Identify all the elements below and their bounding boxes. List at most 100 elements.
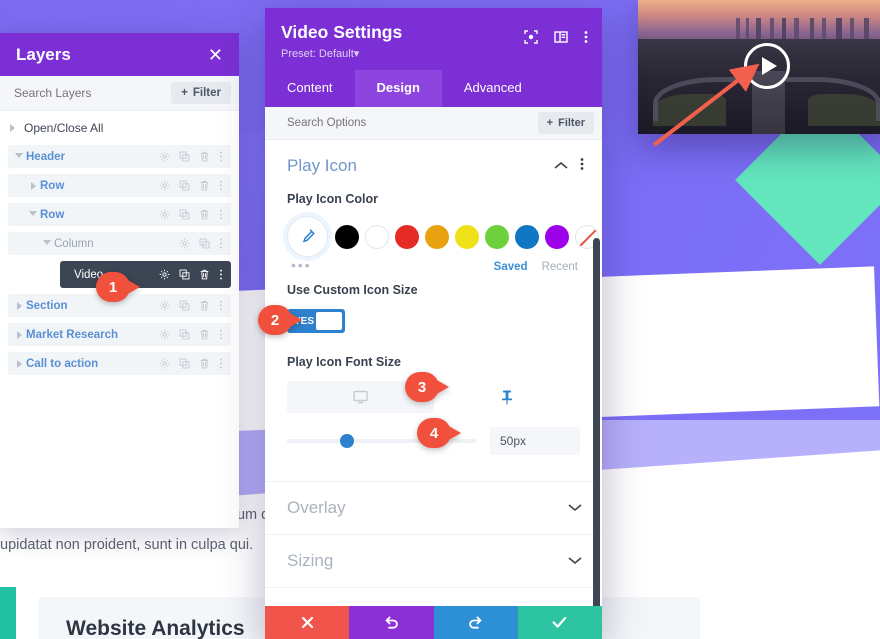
- section-sizing[interactable]: Sizing: [265, 534, 602, 587]
- more-options-icon[interactable]: [219, 209, 223, 220]
- trash-icon[interactable]: [199, 358, 210, 369]
- layer-row[interactable]: Row: [8, 203, 231, 226]
- settings-footer: [265, 606, 602, 639]
- trash-icon[interactable]: [199, 329, 210, 340]
- section-overlay[interactable]: Overlay: [265, 481, 602, 534]
- trash-icon[interactable]: [199, 300, 210, 311]
- layout-view-icon[interactable]: [554, 30, 568, 49]
- slider-fill: [287, 439, 344, 443]
- more-options-icon[interactable]: [219, 151, 223, 162]
- slider-handle[interactable]: [339, 434, 354, 448]
- trash-icon[interactable]: [199, 269, 210, 280]
- color-swatch-purple[interactable]: [545, 224, 569, 249]
- cancel-button[interactable]: [265, 606, 350, 639]
- gear-icon[interactable]: [159, 358, 170, 369]
- color-swatch-yellow[interactable]: [455, 224, 479, 249]
- chevron-right-icon[interactable]: [12, 359, 26, 368]
- layers-filter-button[interactable]: + Filter: [171, 82, 231, 104]
- section-spacing[interactable]: Spacing: [265, 587, 602, 606]
- gear-icon[interactable]: [159, 180, 170, 191]
- settings-header: Video Settings Preset: Default▾: [265, 8, 602, 70]
- settings-scrollbar-thumb[interactable]: [593, 238, 600, 606]
- duplicate-icon[interactable]: [199, 238, 210, 249]
- video-settings-modal: Video Settings Preset: Default▾ Content …: [265, 8, 602, 639]
- more-options-icon[interactable]: [219, 329, 223, 340]
- color-swatch-blue[interactable]: [515, 224, 539, 249]
- open-close-all-toggle[interactable]: Open/Close All: [0, 111, 239, 145]
- chevron-down-icon[interactable]: [568, 552, 582, 570]
- close-icon[interactable]: ✕: [208, 46, 223, 64]
- settings-header-icons: [524, 30, 588, 49]
- duplicate-icon[interactable]: [179, 329, 190, 340]
- more-options-icon[interactable]: [580, 157, 584, 176]
- layer-row[interactable]: Market Research: [8, 323, 231, 346]
- chevron-down-icon[interactable]: [40, 238, 54, 249]
- chevron-down-icon[interactable]: [568, 605, 582, 606]
- gear-icon[interactable]: [179, 238, 190, 249]
- layer-row[interactable]: Call to action: [8, 352, 231, 375]
- search-options-input[interactable]: [287, 117, 437, 129]
- more-options-icon[interactable]: [584, 30, 588, 49]
- duplicate-icon[interactable]: [179, 209, 190, 220]
- teal-accent-bar: [0, 587, 16, 639]
- duplicate-icon[interactable]: [179, 269, 190, 280]
- play-icon-section-header[interactable]: Play Icon: [265, 140, 602, 182]
- screenshot-root: ft usmo rcita prehenderit in voluptate v…: [0, 0, 880, 639]
- eyedropper-icon[interactable]: [287, 216, 328, 257]
- recent-colors-tab[interactable]: Recent: [542, 261, 578, 273]
- expand-view-icon[interactable]: [524, 30, 538, 49]
- more-options-icon[interactable]: [219, 269, 223, 280]
- undo-button[interactable]: [349, 606, 434, 639]
- play-icon-color-label: Play Icon Color: [287, 192, 378, 206]
- layer-row-actions: [159, 358, 231, 369]
- more-options-icon[interactable]: [219, 300, 223, 311]
- more-options-icon[interactable]: [219, 358, 223, 369]
- chevron-down-icon[interactable]: [12, 151, 26, 162]
- chevron-right-icon[interactable]: [26, 181, 40, 190]
- trash-icon[interactable]: [199, 180, 210, 191]
- color-swatch-black[interactable]: [335, 224, 359, 249]
- settings-body: Play Icon Play Icon Color ••• Saved Rece…: [265, 140, 602, 606]
- color-swatch-white[interactable]: [365, 224, 389, 249]
- tab-design[interactable]: Design: [354, 70, 442, 107]
- plus-icon: +: [546, 117, 554, 129]
- gear-icon[interactable]: [159, 300, 170, 311]
- chevron-right-icon[interactable]: [12, 301, 26, 310]
- duplicate-icon[interactable]: [179, 151, 190, 162]
- video-module[interactable]: [638, 0, 880, 134]
- gear-icon[interactable]: [159, 209, 170, 220]
- color-swatch-red[interactable]: [395, 224, 419, 249]
- layer-row[interactable]: Row: [8, 174, 231, 197]
- search-layers-input[interactable]: [14, 86, 134, 100]
- color-swatch-orange[interactable]: [425, 224, 449, 249]
- layer-row[interactable]: Header: [8, 145, 231, 168]
- gear-icon[interactable]: [159, 269, 170, 280]
- color-swatch-green[interactable]: [485, 224, 509, 249]
- chevron-down-icon[interactable]: [568, 499, 582, 517]
- chevron-right-icon[interactable]: [12, 330, 26, 339]
- chevron-up-icon[interactable]: [554, 157, 568, 175]
- trash-icon[interactable]: [199, 209, 210, 220]
- layer-row-selected[interactable]: Video: [60, 261, 231, 288]
- play-icon-font-size-value[interactable]: [490, 427, 580, 455]
- layer-row[interactable]: Column: [8, 232, 231, 255]
- duplicate-icon[interactable]: [179, 358, 190, 369]
- play-icon[interactable]: [744, 43, 790, 89]
- callout-number: 1: [108, 278, 118, 296]
- duplicate-icon[interactable]: [179, 300, 190, 311]
- gear-icon[interactable]: [159, 151, 170, 162]
- tab-advanced[interactable]: Advanced: [442, 70, 544, 107]
- more-options-icon[interactable]: [219, 180, 223, 191]
- save-button[interactable]: [517, 606, 602, 639]
- options-filter-button[interactable]: + Filter: [537, 112, 594, 134]
- chevron-down-icon[interactable]: [26, 209, 40, 220]
- trash-icon[interactable]: [199, 151, 210, 162]
- pin-icon[interactable]: [433, 381, 580, 413]
- color-swatches: [335, 224, 599, 249]
- duplicate-icon[interactable]: [179, 180, 190, 191]
- more-options-icon[interactable]: [219, 238, 223, 249]
- redo-button[interactable]: [433, 606, 518, 639]
- tab-content[interactable]: Content: [265, 70, 355, 107]
- saved-colors-tab[interactable]: Saved: [494, 261, 528, 273]
- gear-icon[interactable]: [159, 329, 170, 340]
